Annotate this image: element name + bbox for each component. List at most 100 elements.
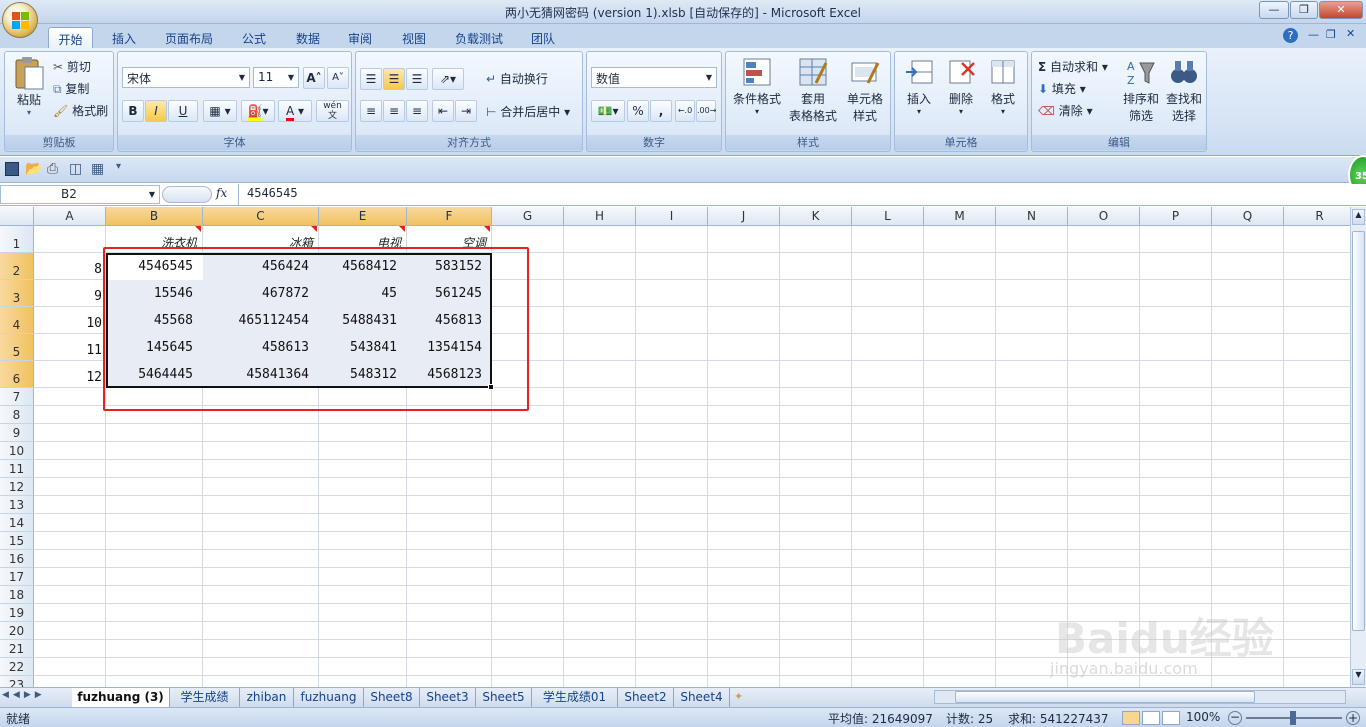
save-icon[interactable]: [5, 162, 19, 176]
data-cell[interactable]: 583152: [407, 253, 492, 280]
data-cell[interactable]: 458613: [203, 334, 319, 361]
office-button[interactable]: [2, 2, 38, 38]
zoom-level[interactable]: 100%: [1186, 710, 1220, 724]
insert-cells-button[interactable]: 插入 ▾: [899, 57, 939, 116]
customize-qat-icon[interactable]: ▾: [116, 161, 121, 172]
row-header[interactable]: 18: [0, 586, 34, 604]
ribbon-restore-icon[interactable]: ❐: [1326, 28, 1336, 41]
sheet-tab[interactable]: Sheet8: [364, 688, 420, 708]
format-as-table-button[interactable]: 套用 表格格式: [786, 57, 840, 124]
row-header[interactable]: 6: [0, 361, 34, 388]
column-header[interactable]: N: [996, 207, 1068, 226]
data-cell[interactable]: 45568: [106, 307, 203, 334]
align-right-button[interactable]: ≡: [406, 100, 428, 122]
formula-input[interactable]: 4546545: [238, 184, 1366, 205]
align-left-button[interactable]: ≡: [360, 100, 382, 122]
currency-button[interactable]: 💵▾: [591, 100, 625, 122]
data-cell[interactable]: 1354154: [407, 334, 492, 361]
italic-button[interactable]: I: [145, 100, 167, 122]
column-header[interactable]: K: [780, 207, 852, 226]
comma-button[interactable]: ,: [650, 100, 672, 122]
cell-a[interactable]: 8: [34, 253, 106, 280]
data-cell[interactable]: 45841364: [203, 361, 319, 388]
tab-formulas[interactable]: 公式: [234, 27, 274, 48]
help-icon[interactable]: ?: [1283, 28, 1298, 43]
tab-insert[interactable]: 插入: [104, 27, 144, 48]
column-header[interactable]: P: [1140, 207, 1212, 226]
clear-button[interactable]: ⌫ 清除 ▾: [1038, 102, 1093, 119]
table-icon[interactable]: ▦: [91, 161, 104, 177]
scroll-thumb[interactable]: [1352, 231, 1365, 631]
fill-button[interactable]: ⬇ 填充 ▾: [1038, 80, 1086, 97]
column-header[interactable]: C: [203, 207, 319, 226]
underline-button[interactable]: U: [168, 100, 198, 122]
grow-font-button[interactable]: A˄: [303, 67, 325, 89]
row-header[interactable]: 19: [0, 604, 34, 622]
cell-a[interactable]: 11: [34, 334, 106, 361]
sheet-tab[interactable]: 学生成绩: [170, 688, 240, 708]
data-cell[interactable]: 4568123: [407, 361, 492, 388]
tab-view[interactable]: 视图: [394, 27, 434, 48]
row-header[interactable]: 21: [0, 640, 34, 658]
row-header[interactable]: 17: [0, 568, 34, 586]
align-top-button[interactable]: ☰: [360, 68, 382, 90]
tab-home[interactable]: 开始: [48, 27, 93, 48]
zoom-in-icon[interactable]: +: [1346, 711, 1360, 725]
font-name-combo[interactable]: 宋体 ▼: [122, 67, 250, 88]
row-header[interactable]: 5: [0, 334, 34, 361]
merge-center-button[interactable]: ⊢ 合并后居中 ▾: [486, 103, 570, 120]
open-folder-icon[interactable]: 📂: [25, 161, 42, 177]
row-header[interactable]: 14: [0, 514, 34, 532]
fill-color-button[interactable]: ⛽▾: [241, 100, 275, 122]
percent-button[interactable]: %: [627, 100, 649, 122]
bold-button[interactable]: B: [122, 100, 144, 122]
sheet-tab[interactable]: Sheet4: [674, 688, 730, 708]
format-painter-button[interactable]: 🖌 格式刷: [53, 102, 108, 119]
conditional-format-button[interactable]: 条件格式 ▾: [730, 57, 784, 116]
row-header[interactable]: 11: [0, 460, 34, 478]
sheet-tab[interactable]: 学生成绩01: [532, 688, 618, 708]
wrap-text-button[interactable]: ↵ 自动换行: [486, 70, 548, 87]
shrink-font-button[interactable]: A˅: [327, 67, 349, 89]
row-header[interactable]: 1: [0, 226, 34, 253]
data-cell[interactable]: 5464445: [106, 361, 203, 388]
column-header[interactable]: H: [564, 207, 636, 226]
align-center-button[interactable]: ≡: [383, 100, 405, 122]
data-cell[interactable]: 15546: [106, 280, 203, 307]
data-cell[interactable]: 4546545: [106, 253, 203, 280]
decrease-indent-button[interactable]: ⇤: [432, 100, 454, 122]
row-header[interactable]: 23: [0, 676, 34, 687]
sheet-tab[interactable]: Sheet2: [618, 688, 674, 708]
column-header[interactable]: L: [852, 207, 924, 226]
row-header[interactable]: 7: [0, 388, 34, 406]
data-cell[interactable]: 5488431: [319, 307, 407, 334]
column-header[interactable]: I: [636, 207, 708, 226]
column-header[interactable]: J: [708, 207, 780, 226]
orientation-button[interactable]: ⇗▾: [432, 68, 464, 90]
row-header[interactable]: 16: [0, 550, 34, 568]
delete-cells-button[interactable]: 删除 ▾: [941, 57, 981, 116]
increase-indent-button[interactable]: ⇥: [455, 100, 477, 122]
row-header[interactable]: 20: [0, 622, 34, 640]
data-cell[interactable]: 4568412: [319, 253, 407, 280]
data-cell[interactable]: 465112454: [203, 307, 319, 334]
row-header[interactable]: 3: [0, 280, 34, 307]
column-header[interactable]: B: [106, 207, 203, 226]
page-layout-view-icon[interactable]: [1142, 711, 1160, 725]
row-header[interactable]: 9: [0, 424, 34, 442]
data-cell[interactable]: 45: [319, 280, 407, 307]
vertical-scrollbar[interactable]: ▲ ▼: [1350, 207, 1366, 687]
name-box[interactable]: B2 ▼: [0, 185, 160, 204]
sheet-tab[interactable]: zhiban: [240, 688, 294, 708]
cut-button[interactable]: ✂ 剪切: [53, 58, 91, 75]
column-header[interactable]: E: [319, 207, 407, 226]
data-cell[interactable]: 467872: [203, 280, 319, 307]
select-all-corner[interactable]: [0, 207, 34, 226]
data-cell[interactable]: 561245: [407, 280, 492, 307]
column-header[interactable]: F: [407, 207, 492, 226]
paste-button[interactable]: 粘贴 ▾: [9, 55, 49, 123]
column-header[interactable]: A: [34, 207, 106, 226]
row-header[interactable]: 12: [0, 478, 34, 496]
autosum-button[interactable]: Σ 自动求和 ▾: [1038, 58, 1108, 75]
row-header[interactable]: 10: [0, 442, 34, 460]
